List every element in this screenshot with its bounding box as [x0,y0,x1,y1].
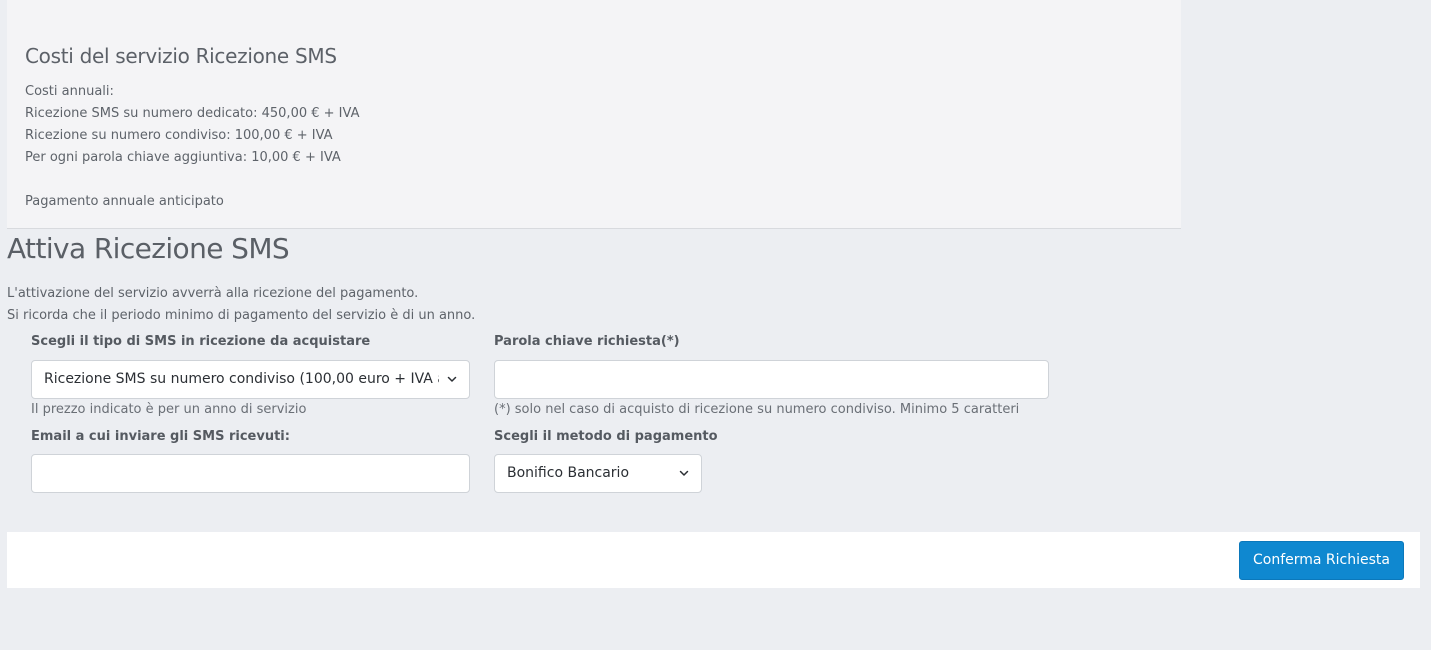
keyword-input[interactable] [494,360,1049,399]
sms-type-selected-value: Ricezione SMS su numero condiviso (100,0… [44,371,439,387]
costs-line-payment-note: Pagamento annuale anticipato [25,194,224,209]
form-footer: Conferma Richiesta [7,532,1420,588]
email-input[interactable] [31,454,470,493]
email-label: Email a cui inviare gli SMS ricevuti: [31,429,290,444]
sms-type-label: Scegli il tipo di SMS in ricezione da ac… [31,334,371,349]
sms-type-help: Il prezzo indicato è per un anno di serv… [31,402,307,417]
costs-line-spacer [25,169,359,191]
costs-list: Costi annuali: Ricezione SMS su numero d… [25,81,359,213]
confirm-request-button[interactable]: Conferma Richiesta [1239,541,1404,580]
intro-line-minimum-period: Si ricorda che il periodo minimo di paga… [7,308,476,323]
payment-method-selected-value: Bonifico Bancario [507,465,630,481]
intro-line-activation: L'attivazione del servizio avverrà alla … [7,286,419,301]
costs-line-dedicated: Ricezione SMS su numero dedicato: 450,00… [25,106,360,121]
costs-line-annual-header: Costi annuali: [25,84,114,99]
payment-method-select[interactable]: Bonifico Bancario [494,454,702,493]
costs-line-keyword: Per ogni parola chiave aggiuntiva: 10,00… [25,150,341,165]
keyword-help: (*) solo nel caso di acquisto di ricezio… [494,402,1020,417]
page-title: Attiva Ricezione SMS [7,232,290,265]
sms-type-select[interactable]: Ricezione SMS su numero condiviso (100,0… [31,360,470,399]
keyword-label: Parola chiave richiesta(*) [494,334,680,349]
chevron-down-icon [447,376,457,382]
costs-title: Costi del servizio Ricezione SMS [25,44,337,68]
costs-line-shared: Ricezione su numero condiviso: 100,00 € … [25,128,333,143]
activation-intro: L'attivazione del servizio avverrà alla … [7,283,475,327]
costs-panel: Costi del servizio Ricezione SMS Costi a… [7,0,1181,229]
payment-method-label: Scegli il metodo di pagamento [494,429,718,444]
chevron-down-icon [679,470,689,476]
